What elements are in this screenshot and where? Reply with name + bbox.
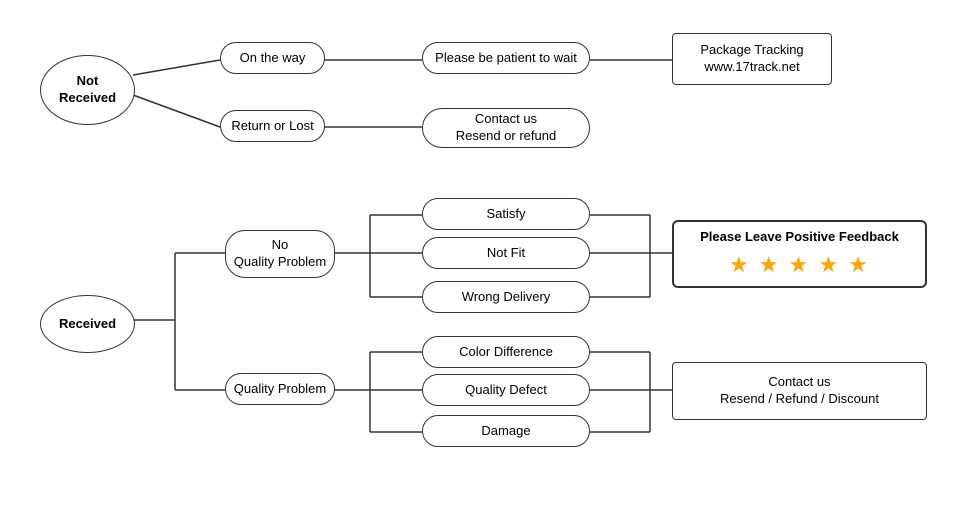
on-the-way-node: On the way (220, 42, 325, 74)
please-be-patient-node: Please be patient to wait (422, 42, 590, 74)
not-received-label: NotReceived (59, 73, 116, 107)
contact-resend-discount-node: Contact usResend / Refund / Discount (672, 362, 927, 420)
wrong-delivery-node: Wrong Delivery (422, 281, 590, 313)
return-or-lost-label: Return or Lost (231, 118, 313, 135)
satisfy-label: Satisfy (486, 206, 525, 223)
feedback-box: Please Leave Positive Feedback ★ ★ ★ ★ ★ (672, 220, 927, 288)
damage-label: Damage (481, 423, 530, 440)
not-fit-label: Not Fit (487, 245, 525, 262)
quality-problem-label: Quality Problem (234, 381, 326, 398)
return-or-lost-node: Return or Lost (220, 110, 325, 142)
package-tracking-label: Package Trackingwww.17track.net (700, 42, 803, 76)
feedback-text: Please Leave Positive Feedback (700, 228, 899, 246)
please-be-patient-label: Please be patient to wait (435, 50, 577, 67)
damage-node: Damage (422, 415, 590, 447)
contact-resend-refund-label: Contact usResend or refund (456, 111, 556, 145)
no-quality-problem-node: NoQuality Problem (225, 230, 335, 278)
quality-defect-node: Quality Defect (422, 374, 590, 406)
quality-problem-node: Quality Problem (225, 373, 335, 405)
not-received-node: NotReceived (40, 55, 135, 125)
diagram: NotReceived On the way Return or Lost Pl… (0, 0, 960, 513)
wrong-delivery-label: Wrong Delivery (462, 289, 551, 306)
contact-resend-discount-label: Contact usResend / Refund / Discount (720, 374, 879, 408)
contact-resend-refund-node: Contact usResend or refund (422, 108, 590, 148)
stars-icon: ★ ★ ★ ★ ★ (729, 250, 870, 281)
satisfy-node: Satisfy (422, 198, 590, 230)
package-tracking-node: Package Trackingwww.17track.net (672, 33, 832, 85)
received-label: Received (59, 316, 116, 333)
received-node: Received (40, 295, 135, 353)
quality-defect-label: Quality Defect (465, 382, 547, 399)
color-difference-label: Color Difference (459, 344, 553, 361)
not-fit-node: Not Fit (422, 237, 590, 269)
color-difference-node: Color Difference (422, 336, 590, 368)
on-the-way-label: On the way (240, 50, 306, 67)
no-quality-problem-label: NoQuality Problem (234, 237, 326, 271)
